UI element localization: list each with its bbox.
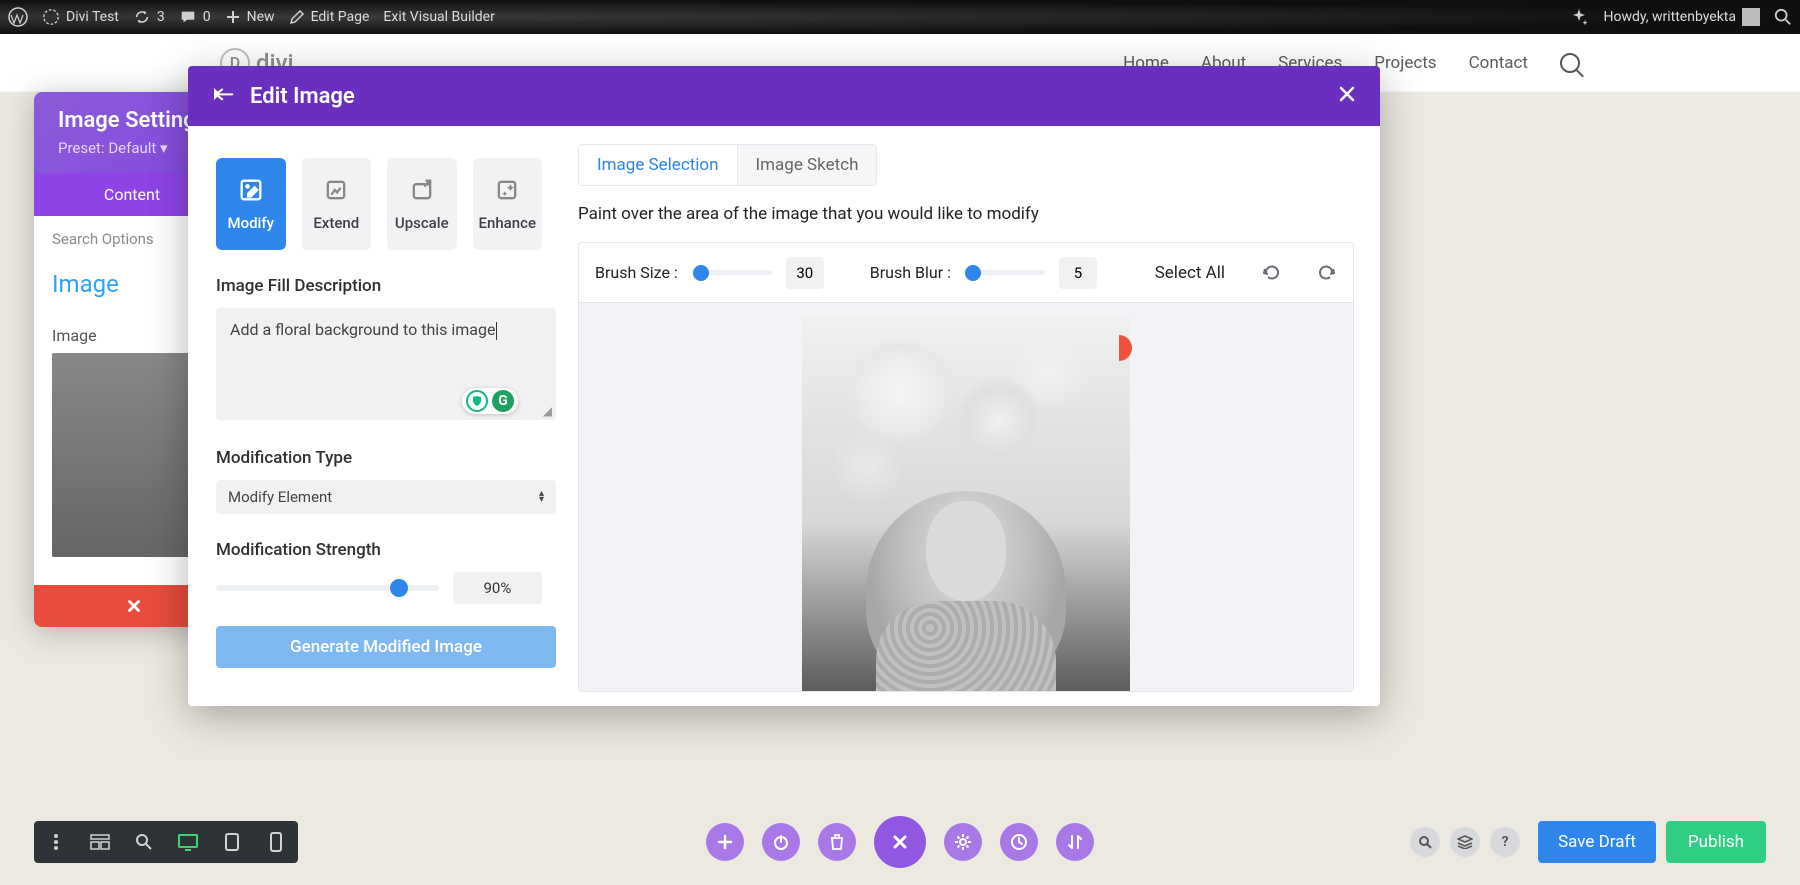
layers-icon[interactable]: [1450, 827, 1480, 857]
brush-blur-label: Brush Blur :: [870, 263, 951, 282]
brush-size-label: Brush Size :: [595, 263, 678, 282]
nav-projects[interactable]: Projects: [1374, 53, 1436, 73]
close-icon: [1338, 85, 1356, 103]
resize-handle[interactable]: ◢: [543, 404, 552, 418]
new-label: New: [247, 9, 275, 25]
wp-logo[interactable]: [8, 7, 28, 27]
avatar: [1742, 8, 1760, 26]
canvas-frame: Brush Size : 30 Brush Blur : 5 Select Al…: [578, 242, 1354, 692]
undo-button[interactable]: [1261, 263, 1281, 283]
power-button[interactable]: [762, 823, 800, 861]
back-button[interactable]: [212, 84, 236, 108]
builder-right-tools: ? Save Draft Publish: [1410, 821, 1766, 863]
generate-button[interactable]: Generate Modified Image: [216, 626, 556, 668]
mode-tabs: Modify Extend Upscale Enhance: [216, 158, 542, 250]
admin-search-icon[interactable]: [1774, 8, 1792, 26]
brush-size-value[interactable]: 30: [786, 257, 824, 289]
nav-contact[interactable]: Contact: [1469, 53, 1528, 73]
right-tabs: Image Selection Image Sketch: [578, 144, 877, 186]
save-draft-button[interactable]: Save Draft: [1538, 821, 1656, 863]
mode-extend[interactable]: Extend: [302, 158, 372, 250]
strength-slider[interactable]: [216, 585, 439, 591]
comments-count: 0: [203, 9, 211, 25]
sort-button[interactable]: [1056, 823, 1094, 861]
help-icon[interactable]: ?: [1490, 827, 1520, 857]
close-icon: [125, 597, 143, 615]
mobile-view-icon[interactable]: [264, 830, 288, 854]
brush-size-slider[interactable]: [692, 270, 772, 275]
new[interactable]: New: [225, 9, 275, 25]
zoom-icon[interactable]: [132, 830, 156, 854]
search-small-icon[interactable]: [1410, 827, 1440, 857]
tab-image-sketch[interactable]: Image Sketch: [738, 145, 877, 185]
close-button[interactable]: [1338, 84, 1356, 108]
close-builder-button[interactable]: [874, 816, 926, 868]
trash-button[interactable]: [818, 823, 856, 861]
wp-admin-bar: Divi Test 3 0 New Edit Page Exit Visual …: [0, 0, 1800, 34]
strength-value[interactable]: 90%: [453, 572, 542, 604]
builder-bar: ? Save Draft Publish: [34, 821, 1766, 863]
mode-modify-label: Modify: [227, 214, 274, 232]
builder-left-tools: [34, 821, 298, 863]
modal-right-panel: Image Selection Image Sketch Paint over …: [570, 126, 1380, 706]
history-button[interactable]: [1000, 823, 1038, 861]
tablet-view-icon[interactable]: [220, 830, 244, 854]
grammarly-icon: G: [492, 390, 514, 412]
redo-button[interactable]: [1317, 263, 1337, 283]
updates[interactable]: 3: [133, 8, 165, 26]
edit-image-modal: Edit Image Modify Extend Upscale: [188, 66, 1380, 706]
wireframe-icon[interactable]: [88, 830, 112, 854]
modify-icon: [237, 176, 265, 204]
tab-image-selection[interactable]: Image Selection: [579, 145, 738, 185]
nav-search-icon[interactable]: [1560, 53, 1580, 73]
mode-upscale[interactable]: Upscale: [387, 158, 457, 250]
desktop-view-icon[interactable]: [176, 830, 200, 854]
modal-header: Edit Image: [188, 66, 1380, 126]
howdy-user[interactable]: Howdy, writtenbyekta: [1603, 8, 1760, 26]
canvas-toolbar: Brush Size : 30 Brush Blur : 5 Select Al…: [579, 243, 1353, 303]
canvas-image: [802, 315, 1130, 691]
upscale-icon: [408, 176, 436, 204]
comments[interactable]: 0: [179, 8, 211, 26]
builder-center-tools: [706, 816, 1094, 868]
exit-vb-label: Exit Visual Builder: [383, 9, 494, 25]
updates-count: 3: [157, 9, 165, 25]
exit-visual-builder[interactable]: Exit Visual Builder: [383, 9, 494, 25]
publish-button[interactable]: Publish: [1666, 821, 1766, 863]
settings-button[interactable]: [944, 823, 982, 861]
shield-icon: [466, 390, 488, 412]
mod-strength-label: Modification Strength: [216, 540, 542, 560]
fill-description-value: Add a floral background to this image: [230, 320, 495, 339]
menu-icon[interactable]: [44, 830, 68, 854]
edit-page-label: Edit Page: [311, 9, 370, 25]
howdy-text: Howdy, writtenbyekta: [1603, 9, 1736, 25]
modal-left-panel: Modify Extend Upscale Enhance Image Fill…: [188, 126, 570, 706]
modal-title: Edit Image: [250, 84, 355, 109]
mode-upscale-label: Upscale: [395, 214, 449, 232]
mode-enhance[interactable]: Enhance: [473, 158, 543, 250]
ai-sparkle-icon[interactable]: [1569, 7, 1589, 27]
add-button[interactable]: [706, 823, 744, 861]
mod-type-label: Modification Type: [216, 448, 542, 468]
brush-blur-slider[interactable]: [965, 270, 1045, 275]
mode-extend-label: Extend: [313, 214, 359, 232]
select-chevron-icon: ▴▾: [539, 491, 544, 503]
enhance-icon: [493, 176, 521, 204]
brush-blur-value[interactable]: 5: [1059, 257, 1097, 289]
select-all-button[interactable]: Select All: [1155, 263, 1225, 283]
fill-desc-label: Image Fill Description: [216, 276, 542, 296]
modification-type-select[interactable]: Modify Element ▴▾: [216, 480, 556, 514]
paint-instruction: Paint over the area of the image that yo…: [578, 204, 1354, 224]
fill-description-input[interactable]: Add a floral background to this image G …: [216, 308, 556, 420]
site-name-text: Divi Test: [66, 9, 119, 25]
edit-page[interactable]: Edit Page: [289, 9, 370, 25]
mode-modify[interactable]: Modify: [216, 158, 286, 250]
site-name[interactable]: Divi Test: [42, 8, 119, 26]
mode-enhance-label: Enhance: [479, 214, 536, 232]
paint-canvas[interactable]: [579, 303, 1353, 691]
mod-type-value: Modify Element: [228, 488, 332, 506]
grammar-badges[interactable]: G: [462, 388, 518, 414]
extend-icon: [322, 176, 350, 204]
